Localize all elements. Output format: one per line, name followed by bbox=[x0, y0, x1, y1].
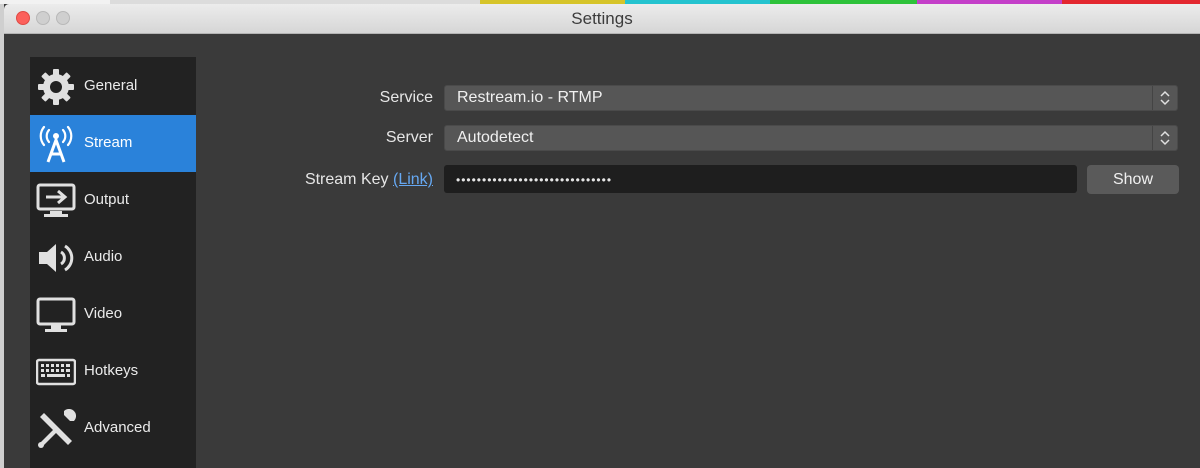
service-value: Restream.io - RTMP bbox=[457, 89, 603, 106]
gear-icon bbox=[38, 69, 74, 105]
sidebar-item-label: Hotkeys bbox=[84, 362, 139, 379]
show-key-button[interactable]: Show bbox=[1087, 165, 1179, 194]
sidebar-item-general[interactable]: General bbox=[30, 58, 196, 115]
sidebar-item-output[interactable]: Output bbox=[30, 172, 196, 229]
sidebar-item-hotkeys[interactable]: Hotkeys bbox=[30, 343, 196, 400]
stream-key-link[interactable]: (Link) bbox=[393, 171, 433, 188]
sidebar-item-advanced[interactable]: Advanced bbox=[30, 400, 196, 457]
keyboard-icon bbox=[36, 358, 76, 386]
window-titlebar[interactable]: Settings bbox=[4, 4, 1200, 34]
sidebar-item-label: Audio bbox=[84, 248, 123, 265]
speaker-icon bbox=[39, 244, 74, 272]
service-dropdown[interactable]: Restream.io - RTMP bbox=[444, 85, 1178, 111]
server-dropdown[interactable]: Autodetect bbox=[444, 125, 1178, 151]
server-label: Server bbox=[385, 129, 433, 146]
service-label: Service bbox=[379, 89, 433, 106]
stream-key-label-row: Stream Key (Link) bbox=[300, 171, 433, 189]
output-icon bbox=[36, 183, 76, 217]
updown-arrows-icon bbox=[1152, 126, 1170, 150]
sidebar-item-label: Advanced bbox=[84, 419, 151, 436]
stream-key-input[interactable]: •••••••••••••••••••••••••••••• bbox=[444, 165, 1077, 193]
sidebar-item-audio[interactable]: Audio bbox=[30, 229, 196, 286]
updown-arrows-icon bbox=[1152, 86, 1170, 110]
sidebar-item-label: Stream bbox=[84, 134, 133, 151]
monitor-icon bbox=[36, 297, 76, 332]
sidebar-item-label: General bbox=[84, 77, 138, 94]
window-title: Settings bbox=[571, 9, 633, 28]
stream-key-value: •••••••••••••••••••••••••••••• bbox=[456, 173, 613, 187]
sidebar-item-label: Output bbox=[84, 191, 130, 208]
broadcast-icon bbox=[39, 125, 73, 163]
stream-key-label: Stream Key bbox=[304, 171, 389, 188]
sidebar-item-video[interactable]: Video bbox=[30, 286, 196, 343]
sidebar-item-label: Video bbox=[84, 305, 123, 322]
tools-icon bbox=[38, 409, 76, 448]
settings-sidebar: General Stream Output Audio Video Hotkey… bbox=[30, 57, 196, 468]
server-value: Autodetect bbox=[457, 129, 534, 146]
sidebar-item-stream[interactable]: Stream bbox=[30, 115, 196, 172]
